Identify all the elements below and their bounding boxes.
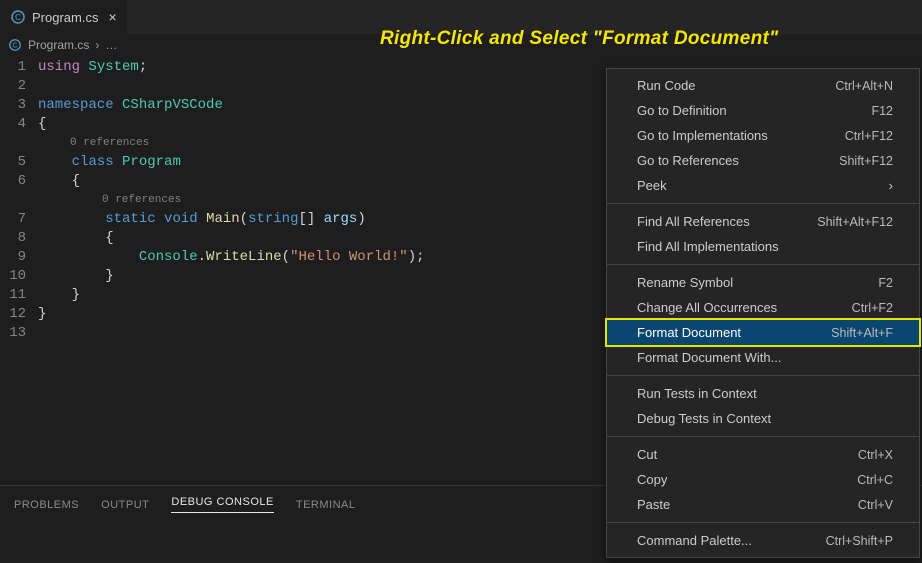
close-icon[interactable]: ×	[108, 9, 116, 25]
menu-item-copy[interactable]: Copy Ctrl+C	[607, 467, 919, 492]
menu-item-find-all-implementations[interactable]: Find All Implementations	[607, 234, 919, 259]
menu-separator	[607, 203, 919, 204]
menu-item-shortcut: F2	[878, 276, 893, 290]
csharp-file-icon: C	[10, 9, 26, 25]
menu-item-format-document-with[interactable]: Format Document With...	[607, 345, 919, 370]
menu-item-label: Go to Implementations	[637, 128, 768, 143]
menu-item-change-all-occurrences[interactable]: Change All Occurrences Ctrl+F2	[607, 295, 919, 320]
instruction-annotation: Right-Click and Select "Format Document"	[380, 28, 778, 50]
menu-item-shortcut: Ctrl+Shift+P	[826, 534, 893, 548]
menu-item-label: Find All References	[637, 214, 750, 229]
menu-item-paste[interactable]: Paste Ctrl+V	[607, 492, 919, 517]
menu-separator	[607, 436, 919, 437]
menu-item-rename-symbol[interactable]: Rename Symbol F2	[607, 270, 919, 295]
menu-item-find-all-references[interactable]: Find All References Shift+Alt+F12	[607, 209, 919, 234]
menu-separator	[607, 264, 919, 265]
line-gutter: 1 2 3 4 5 6 7 8 9 10 11 12 13	[0, 58, 38, 343]
menu-item-label: Cut	[637, 447, 657, 462]
menu-item-label: Peek	[637, 178, 667, 193]
menu-item-peek[interactable]: Peek ›	[607, 173, 919, 198]
menu-item-run-code[interactable]: Run Code Ctrl+Alt+N	[607, 73, 919, 98]
panel-tab-problems[interactable]: PROBLEMS	[14, 499, 79, 511]
panel-tab-debug-console[interactable]: DEBUG CONSOLE	[171, 496, 273, 513]
svg-text:C: C	[12, 43, 17, 50]
menu-item-label: Format Document	[637, 325, 741, 340]
chevron-right-icon: ›	[889, 178, 893, 193]
menu-item-label: Rename Symbol	[637, 275, 733, 290]
menu-item-label: Copy	[637, 472, 667, 487]
menu-item-run-tests-in-context[interactable]: Run Tests in Context	[607, 381, 919, 406]
editor-tab[interactable]: C Program.cs ×	[0, 0, 128, 34]
panel-tab-output[interactable]: OUTPUT	[101, 499, 149, 511]
tab-title: Program.cs	[32, 10, 98, 25]
context-menu: Run CodeCtrl+Alt+NGo to DefinitionF12Go …	[606, 68, 920, 558]
menu-item-shortcut: Shift+F12	[839, 154, 893, 168]
menu-item-shortcut: Ctrl+Alt+N	[835, 79, 893, 93]
menu-item-go-to-references[interactable]: Go to References Shift+F12	[607, 148, 919, 173]
menu-item-shortcut: Ctrl+C	[857, 473, 893, 487]
menu-item-label: Debug Tests in Context	[637, 411, 771, 426]
menu-item-cut[interactable]: Cut Ctrl+X	[607, 442, 919, 467]
breadcrumb-file: Program.cs	[28, 38, 89, 52]
menu-item-label: Run Tests in Context	[637, 386, 757, 401]
menu-item-label: Paste	[637, 497, 670, 512]
menu-item-format-document[interactable]: Format Document Shift+Alt+F	[607, 320, 919, 345]
menu-item-shortcut: Ctrl+X	[858, 448, 893, 462]
menu-item-shortcut: Ctrl+F12	[845, 129, 893, 143]
menu-item-shortcut: Ctrl+V	[858, 498, 893, 512]
menu-item-label: Format Document With...	[637, 350, 781, 365]
menu-item-label: Command Palette...	[637, 533, 752, 548]
menu-separator	[607, 522, 919, 523]
menu-item-label: Find All Implementations	[637, 239, 779, 254]
svg-text:C: C	[15, 13, 21, 22]
menu-item-label: Go to Definition	[637, 103, 727, 118]
menu-item-debug-tests-in-context[interactable]: Debug Tests in Context	[607, 406, 919, 431]
menu-item-go-to-implementations[interactable]: Go to Implementations Ctrl+F12	[607, 123, 919, 148]
menu-item-command-palette[interactable]: Command Palette... Ctrl+Shift+P	[607, 528, 919, 553]
menu-item-shortcut: Shift+Alt+F	[831, 326, 893, 340]
csharp-file-icon: C	[8, 38, 22, 52]
menu-item-go-to-definition[interactable]: Go to Definition F12	[607, 98, 919, 123]
breadcrumb-sep: ›	[95, 38, 99, 52]
breadcrumb-trail: …	[105, 38, 117, 52]
menu-item-shortcut: Shift+Alt+F12	[817, 215, 893, 229]
menu-item-shortcut: F12	[871, 104, 893, 118]
menu-item-label: Change All Occurrences	[637, 300, 777, 315]
menu-separator	[607, 375, 919, 376]
menu-item-label: Run Code	[637, 78, 696, 93]
panel-tab-terminal[interactable]: TERMINAL	[296, 499, 356, 511]
menu-item-label: Go to References	[637, 153, 739, 168]
menu-item-shortcut: Ctrl+F2	[852, 301, 893, 315]
